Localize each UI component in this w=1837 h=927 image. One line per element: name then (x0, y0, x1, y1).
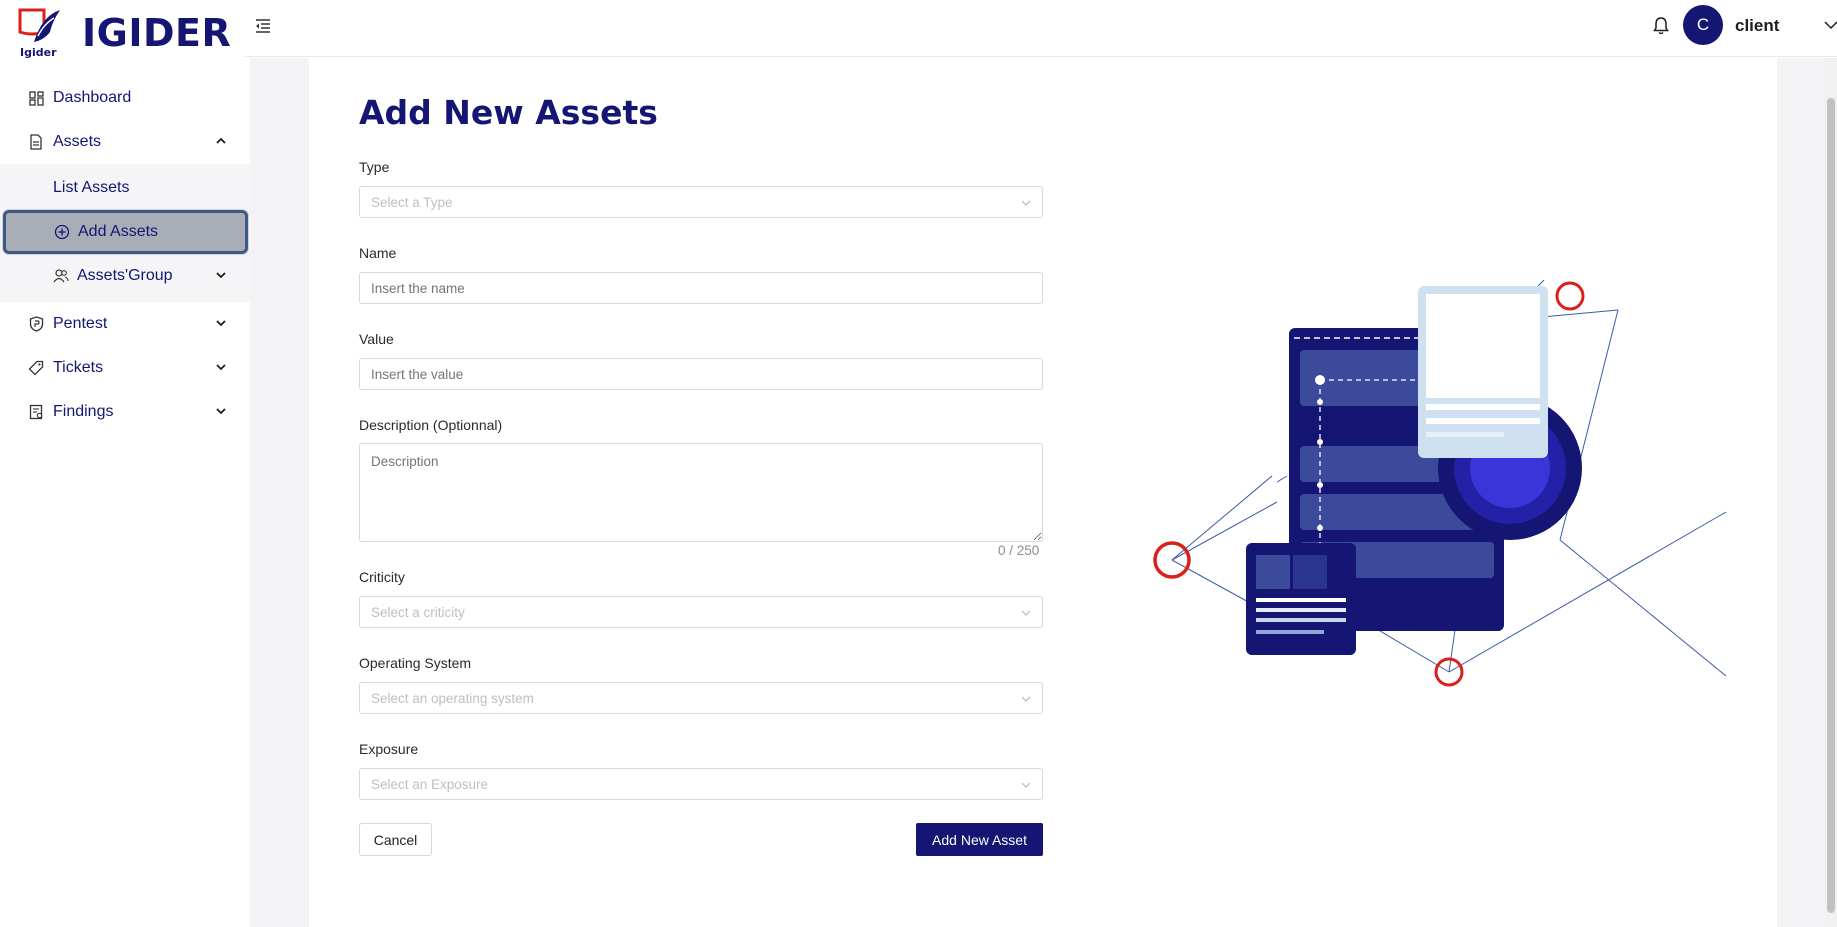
bell-icon[interactable] (1652, 16, 1670, 36)
avatar[interactable]: C (1683, 5, 1723, 45)
brand-logo[interactable]: Igider IGIDER (14, 6, 231, 60)
chevron-down-icon[interactable] (214, 316, 228, 330)
value-input[interactable] (359, 358, 1043, 390)
sidebar-item-label: List Assets (53, 179, 130, 196)
sidebar-item-assets[interactable]: Assets (0, 120, 250, 164)
sidebar-item-tickets[interactable]: Tickets (0, 346, 250, 390)
scrollbar-thumb[interactable] (1827, 98, 1835, 913)
criticity-label: Criticity (359, 569, 405, 585)
type-select[interactable]: Select a Type (359, 186, 1043, 218)
page-title: Add New Assets (359, 93, 658, 132)
shield-icon (28, 316, 44, 332)
value-label: Value (359, 331, 394, 347)
sidebar-item-label: Dashboard (53, 89, 132, 106)
sidebar-item-assets-group[interactable]: Assets'Group (0, 254, 250, 298)
sidebar-item-list-assets[interactable]: List Assets (0, 166, 250, 210)
sidebar-item-label: Findings (53, 403, 114, 420)
exposure-select-placeholder: Select an Exposure (371, 776, 489, 792)
brand-name: IGIDER (82, 11, 232, 55)
sidebar-item-label: Assets (53, 133, 102, 150)
user-name[interactable]: client (1735, 16, 1779, 36)
igider-logo-icon: Igider (18, 8, 60, 59)
type-select-placeholder: Select a Type (371, 194, 453, 210)
logo-tagline: Igider (20, 46, 57, 59)
chevron-down-icon (1021, 200, 1031, 206)
dashboard-icon (28, 90, 44, 106)
chevron-down-icon (1021, 782, 1031, 788)
chevron-down-icon[interactable] (1823, 17, 1837, 33)
criticity-select[interactable]: Select a criticity (359, 596, 1043, 628)
report-icon (28, 404, 44, 420)
chevron-up-icon[interactable] (214, 134, 228, 148)
sidebar-item-label: Add Assets (78, 223, 159, 240)
sidebar-item-findings[interactable]: Findings (0, 390, 250, 434)
operating-system-select[interactable]: Select an operating system (359, 682, 1043, 714)
plus-circle-icon (54, 224, 70, 240)
description-label: Description (Optionnal) (359, 417, 503, 433)
menu-fold-icon[interactable] (254, 17, 272, 35)
sidebar-item-pentest[interactable]: Pentest (0, 302, 250, 346)
sidebar-item-dashboard[interactable]: Dashboard (0, 76, 250, 120)
sidebar-item-add-assets[interactable]: Add Assets (3, 210, 248, 254)
document-icon (28, 134, 44, 150)
criticity-select-placeholder: Select a criticity (371, 604, 465, 620)
cancel-button[interactable]: Cancel (359, 823, 432, 856)
description-textarea[interactable] (359, 443, 1043, 542)
name-input[interactable] (359, 272, 1043, 304)
os-label: Operating System (359, 655, 472, 671)
name-label: Name (359, 245, 397, 261)
sidebar-item-label: Tickets (53, 359, 104, 376)
exposure-select[interactable]: Select an Exposure (359, 768, 1043, 800)
chevron-down-icon[interactable] (214, 360, 228, 374)
users-icon (53, 268, 69, 284)
chevron-down-icon[interactable] (214, 268, 228, 282)
operating-system-placeholder: Select an operating system (371, 690, 534, 706)
tag-icon (28, 360, 44, 376)
add-new-asset-button[interactable]: Add New Asset (916, 823, 1043, 856)
sidebar-item-label: Pentest (53, 315, 108, 332)
description-char-counter: 0 / 250 (998, 543, 1040, 558)
assets-illustration (1153, 279, 1727, 687)
sidebar: Igider IGIDER Dashboard Assets List Asse… (0, 0, 250, 927)
type-label: Type (359, 159, 390, 175)
chevron-down-icon (1021, 610, 1031, 616)
top-header: C client (245, 0, 1837, 57)
exposure-label: Exposure (359, 741, 419, 757)
sidebar-item-label: Assets'Group (77, 267, 173, 284)
chevron-down-icon[interactable] (214, 404, 228, 418)
assets-submenu: List Assets Add Assets Assets'Group (0, 164, 250, 302)
sidebar-nav: Dashboard Assets List Assets Add Assets (0, 76, 250, 434)
chevron-down-icon (1021, 696, 1031, 702)
